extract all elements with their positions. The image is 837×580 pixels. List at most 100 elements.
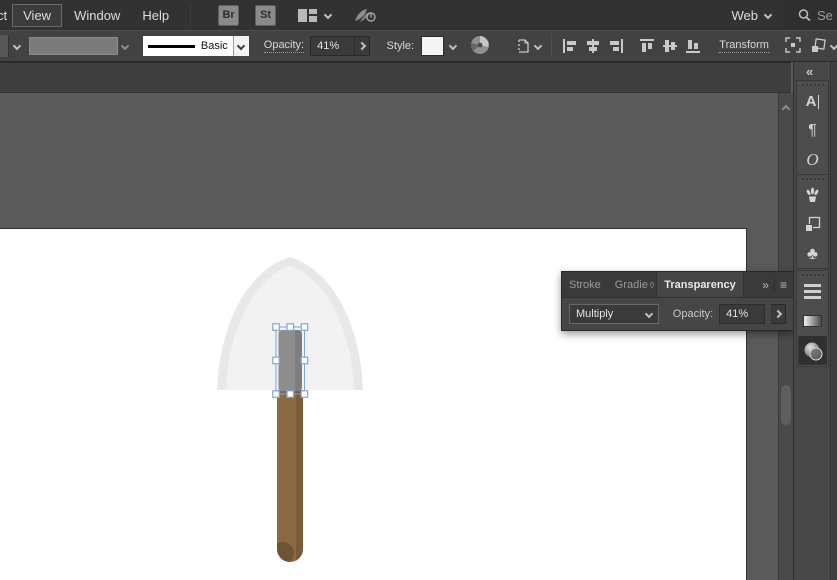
align-bottom-button[interactable] bbox=[685, 38, 701, 54]
selection-handle-top-left[interactable] bbox=[272, 323, 280, 331]
opacity-input[interactable]: 41% bbox=[310, 36, 355, 56]
brush-definition-dropdown[interactable]: Basic bbox=[142, 36, 249, 56]
align-group-horizontal bbox=[562, 38, 624, 54]
stroke-preview-line bbox=[147, 44, 195, 48]
free-transform-button[interactable] bbox=[785, 36, 801, 56]
brush-definition-label: Basic bbox=[200, 40, 228, 52]
fill-chevron-icon[interactable] bbox=[12, 41, 21, 51]
arrange-pane-column bbox=[309, 8, 318, 22]
stroke-panel-button[interactable] bbox=[797, 277, 828, 306]
search-field[interactable]: Se bbox=[785, 0, 837, 30]
transparency-sphere-icon bbox=[804, 342, 822, 360]
panel-opacity-label: Opacity: bbox=[672, 308, 714, 320]
tab-stroke[interactable]: Stroke bbox=[562, 272, 608, 297]
character-icon: A bbox=[805, 93, 817, 110]
panel-group-objects: ♣ bbox=[796, 174, 829, 269]
gradient-panel-button[interactable] bbox=[797, 306, 828, 335]
character-caret bbox=[818, 94, 820, 109]
blend-mode-value: Multiply bbox=[576, 308, 614, 320]
transparency-panel-button[interactable] bbox=[798, 336, 827, 365]
transform-link[interactable]: Transform bbox=[719, 39, 769, 53]
opentype-icon: O bbox=[806, 149, 819, 169]
brush-definition-arrow[interactable] bbox=[232, 36, 249, 56]
artboards-panel-button[interactable] bbox=[797, 210, 828, 239]
stock-button[interactable]: St bbox=[255, 4, 277, 26]
brushes-panel-button[interactable] bbox=[797, 181, 828, 210]
scroll-up-icon bbox=[781, 104, 791, 114]
menu-bar: ct View Window Help Br St Web Se bbox=[0, 0, 837, 30]
selection-handle-bottom-left[interactable] bbox=[272, 390, 280, 398]
club-icon: ♣ bbox=[806, 243, 819, 263]
panel-opacity-arrow-button[interactable] bbox=[771, 304, 786, 324]
document-setup-button[interactable] bbox=[514, 37, 543, 55]
document-icon bbox=[518, 39, 529, 53]
blend-mode-dropdown[interactable]: Multiply bbox=[569, 304, 659, 324]
selection-handle-top-center[interactable] bbox=[286, 323, 295, 331]
align-horizontal-center-button[interactable] bbox=[585, 38, 601, 54]
opacity-link[interactable]: Opacity: bbox=[263, 39, 305, 53]
fill-stroke-stub[interactable] bbox=[0, 35, 9, 57]
selection-handle-bottom-center[interactable] bbox=[286, 390, 295, 398]
fill-color-swatch[interactable] bbox=[28, 37, 118, 55]
recolor-artwork-button[interactable] bbox=[470, 35, 490, 58]
control-bar: Basic Opacity: 41% Style: Transform bbox=[0, 30, 837, 62]
bridge-button[interactable]: Br bbox=[218, 4, 240, 26]
workspace-label: Web bbox=[731, 7, 759, 23]
opacity-arrow-button[interactable] bbox=[354, 36, 370, 56]
align-top-button[interactable] bbox=[639, 38, 655, 54]
symbols-panel-button[interactable]: ♣ bbox=[797, 239, 828, 268]
opentype-panel-button[interactable]: O bbox=[797, 145, 828, 174]
selection-handle-mid-right[interactable] bbox=[300, 356, 309, 365]
menubar-divider bbox=[190, 4, 192, 26]
workspace-chevron-icon bbox=[763, 10, 773, 20]
align-group-vertical bbox=[639, 38, 701, 54]
menu-view[interactable]: View bbox=[12, 3, 63, 27]
selection-handle-top-right[interactable] bbox=[300, 323, 309, 331]
shape-modes-button[interactable] bbox=[811, 38, 837, 54]
scrollbar-thumb[interactable] bbox=[781, 385, 791, 425]
tab-transparency[interactable]: Transparency bbox=[656, 272, 744, 297]
group-drag-handle-2[interactable] bbox=[801, 178, 824, 180]
panel-group-type: A ¶ O bbox=[796, 80, 829, 175]
controlbar-divider-1 bbox=[551, 34, 553, 58]
panel-opacity-input[interactable]: 41% bbox=[719, 304, 766, 324]
scroll-up-button[interactable] bbox=[781, 100, 791, 118]
menu-clipped[interactable]: ct bbox=[0, 4, 11, 27]
panel-opacity-arrow-icon bbox=[773, 309, 783, 319]
tab-gradient[interactable]: Gradie bbox=[608, 272, 648, 297]
tab-bar-spacer bbox=[744, 272, 763, 297]
document-tab-band[interactable] bbox=[0, 62, 791, 93]
collapse-panels-button[interactable]: « bbox=[806, 64, 813, 79]
group-drag-handle-1[interactable] bbox=[801, 84, 824, 86]
arrange-pane-small-2 bbox=[309, 16, 318, 22]
arrange-documents-icon[interactable] bbox=[298, 8, 333, 22]
sidebar-edge bbox=[830, 62, 837, 580]
selection-handle-mid-left[interactable] bbox=[272, 356, 280, 365]
touch-workspace-icon[interactable] bbox=[351, 5, 377, 25]
shovel-handle-tip-shade bbox=[277, 542, 294, 562]
align-left-button[interactable] bbox=[562, 38, 578, 54]
vertical-scrollbar[interactable] bbox=[778, 93, 793, 580]
panel-menu-button[interactable]: ≡ bbox=[780, 278, 787, 292]
style-chevron-icon[interactable] bbox=[449, 41, 458, 51]
overlapping-squares-icon bbox=[805, 216, 821, 232]
character-panel-button[interactable]: A bbox=[797, 87, 828, 116]
selection-handle-bottom-right[interactable] bbox=[300, 390, 309, 398]
paragraph-panel-button[interactable]: ¶ bbox=[797, 116, 828, 145]
align-vertical-center-button[interactable] bbox=[662, 38, 678, 54]
brush-chevron-icon bbox=[237, 41, 246, 51]
arrange-pane-large bbox=[298, 8, 308, 22]
swatch-chevron-icon[interactable] bbox=[120, 41, 130, 51]
style-swatch[interactable] bbox=[421, 36, 445, 56]
align-right-button[interactable] bbox=[608, 38, 624, 54]
shape-modes-chevron-icon bbox=[829, 41, 837, 51]
menu-help[interactable]: Help bbox=[131, 4, 180, 27]
group-drag-handle-3[interactable] bbox=[801, 274, 824, 276]
workspace-switcher[interactable]: Web bbox=[731, 7, 773, 23]
transparency-panel: Stroke Gradie ◊ Transparency » ≡ Multipl… bbox=[561, 271, 794, 331]
blend-mode-chevron-icon bbox=[644, 309, 654, 319]
panel-tab-controls: » ≡ bbox=[762, 272, 793, 297]
panel-collapse-button[interactable]: » bbox=[762, 278, 769, 292]
menu-window[interactable]: Window bbox=[63, 4, 131, 27]
document-chevron-icon bbox=[534, 41, 543, 51]
